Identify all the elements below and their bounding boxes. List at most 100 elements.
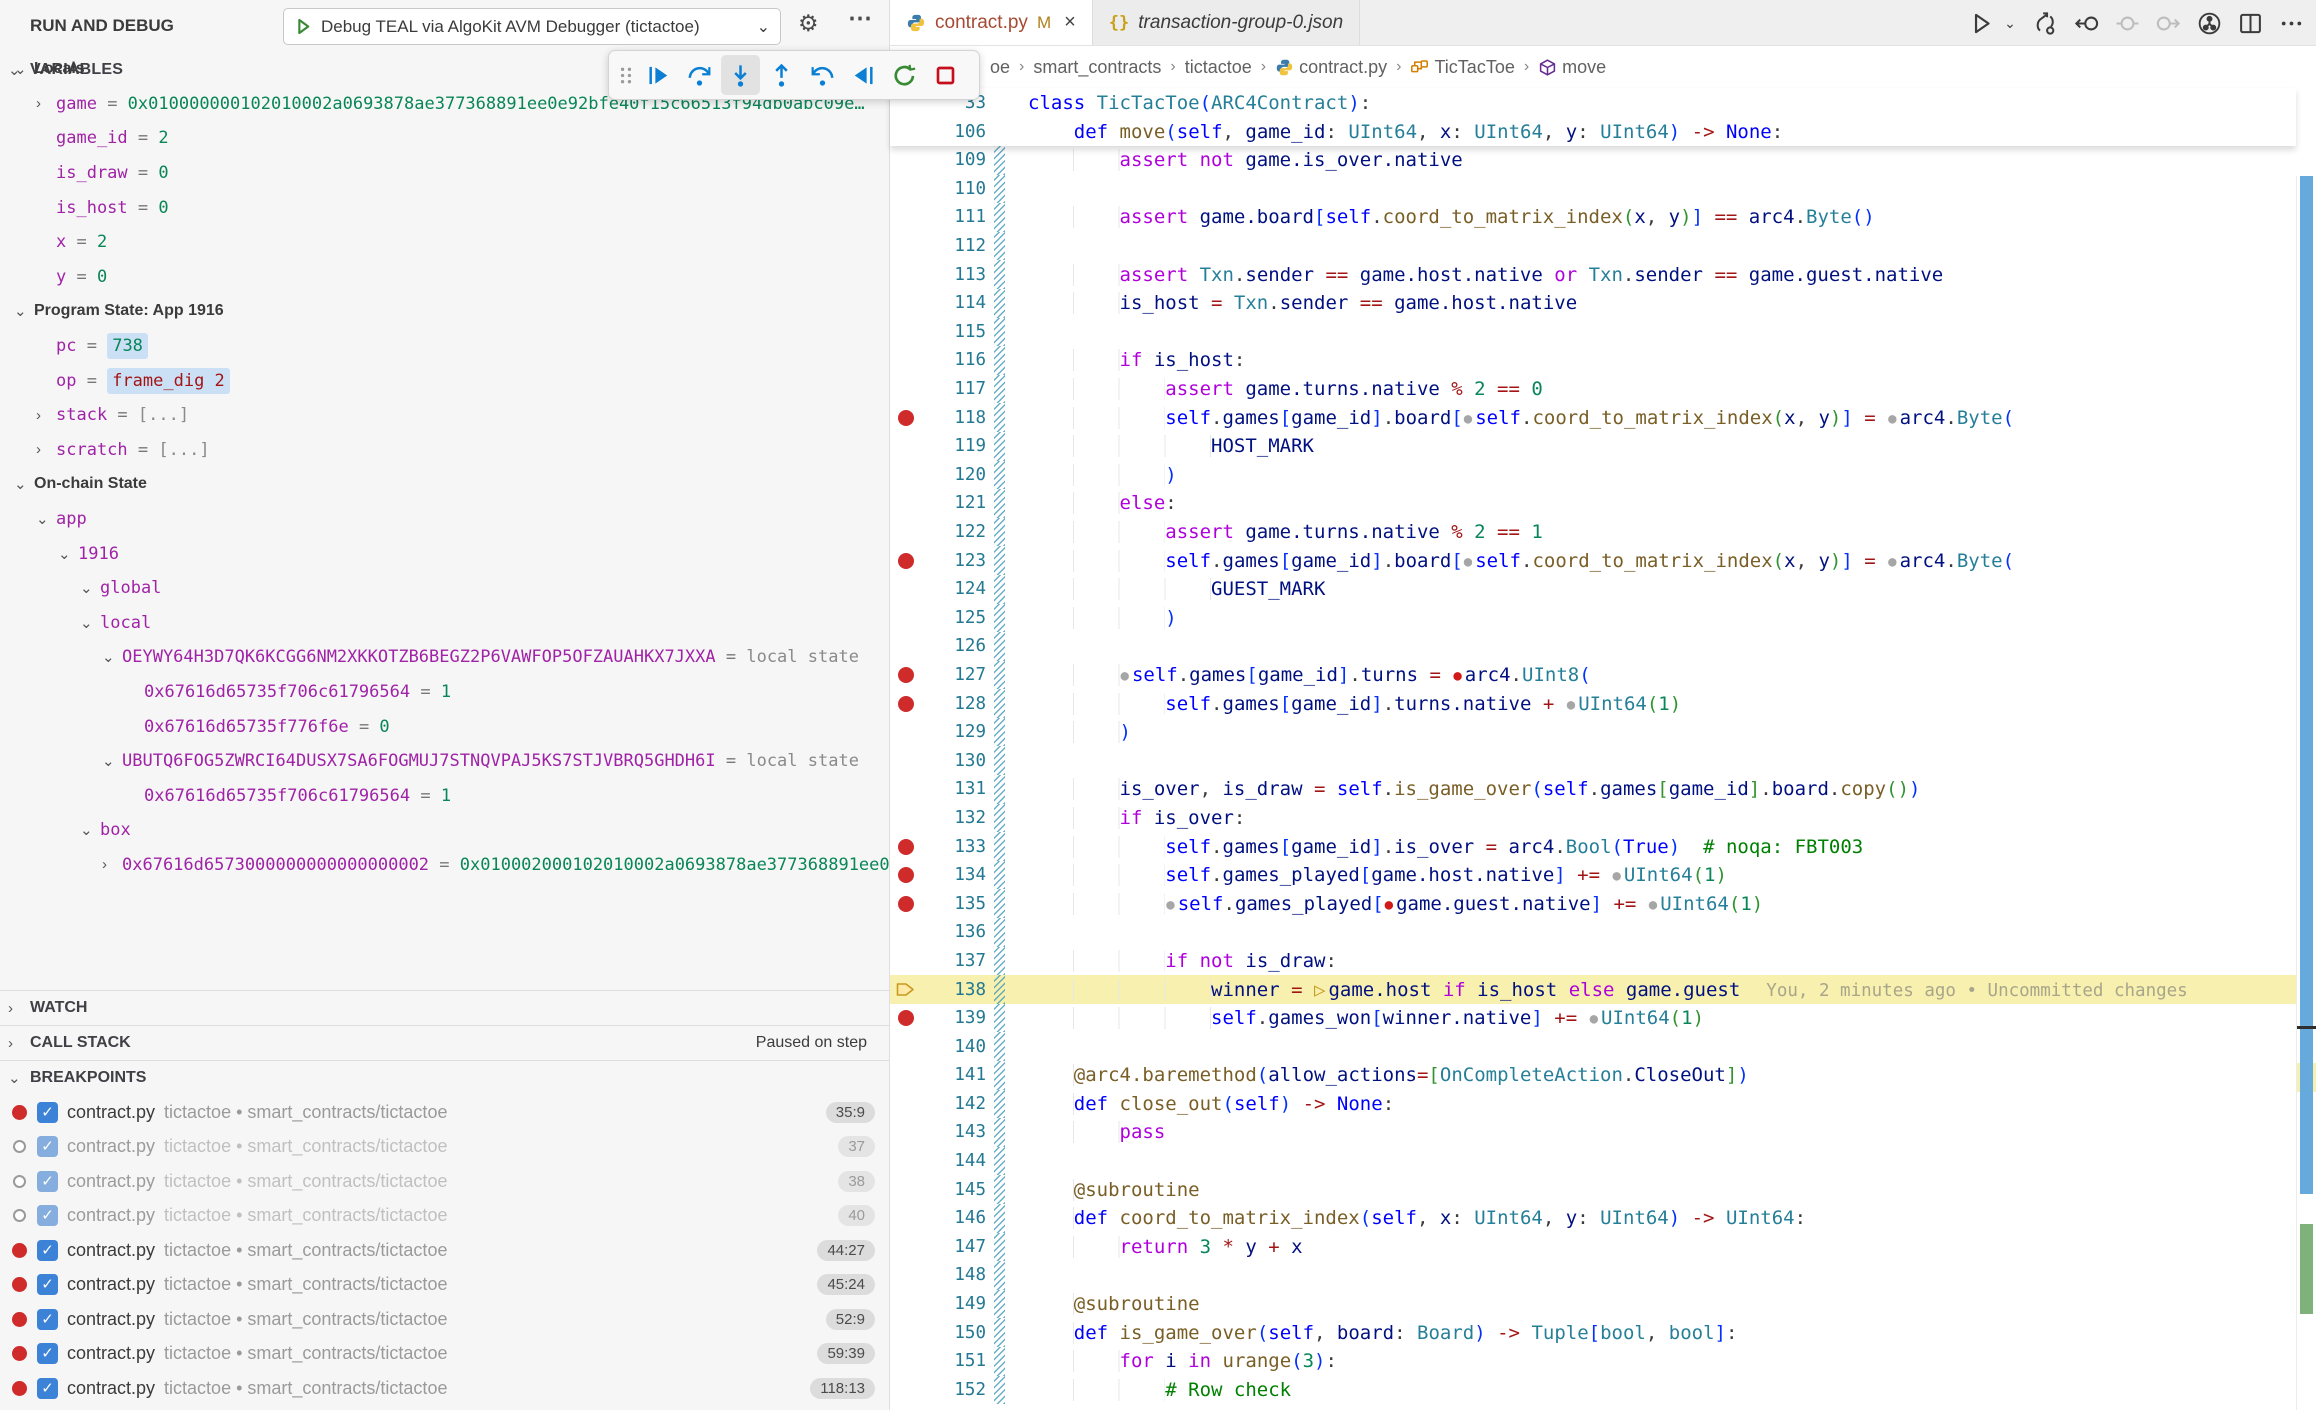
current-line-arrow-icon[interactable]	[893, 975, 918, 1004]
variable-row-OEYWY64H3D7QK6KCGG6NM2XKKOTZB6BEGZ2P6VAWFOP5OFZAUAHKX7JXXA[interactable]: ⌄OEYWY64H3D7QK6KCGG6NM2XKKOTZB6BEGZ2P6VA…	[0, 640, 889, 675]
breakpoint-gutter[interactable]	[893, 1204, 918, 1233]
breakpoint-gutter[interactable]	[893, 232, 918, 261]
breakpoint-item[interactable]: ✓contract.pytictactoe • smart_contracts/…	[0, 1268, 889, 1303]
breakpoints-section-header[interactable]: ⌄ BREAKPOINTS	[0, 1060, 889, 1095]
breakpoint-gutter[interactable]	[893, 1118, 918, 1147]
variable-row-On-chain State[interactable]: ⌄On-chain State	[0, 467, 889, 502]
breakpoint-dot[interactable]	[893, 403, 918, 432]
code-line-140[interactable]: 140	[890, 1032, 2316, 1061]
source-control-graph-icon[interactable]	[2192, 6, 2226, 40]
variable-row-scratch[interactable]: ›scratch = [...]	[0, 433, 889, 468]
code-line-132[interactable]: 132 if is_over:	[890, 804, 2316, 833]
code-line-139[interactable]: 139 self.games_won[winner.native] += ●UI…	[890, 1004, 2316, 1033]
breakpoint-dot[interactable]	[893, 889, 918, 918]
breakpoint-checkbox[interactable]: ✓	[37, 1309, 58, 1330]
code-line-137[interactable]: 137 if not is_draw:	[890, 947, 2316, 976]
overview-ruler[interactable]	[2296, 176, 2316, 1410]
tab-transaction-group-0.json[interactable]: {}transaction-group-0.json	[1093, 0, 1360, 45]
breakpoint-item[interactable]: ✓contract.pytictactoe • smart_contracts/…	[0, 1199, 889, 1234]
breakpoint-gutter[interactable]	[893, 203, 918, 232]
code-line-118[interactable]: 118 self.games[game_id].board[●self.coor…	[890, 403, 2316, 432]
code-line-130[interactable]: 130	[890, 746, 2316, 775]
breakpoint-gutter[interactable]	[893, 804, 918, 833]
breakpoint-dot[interactable]	[893, 661, 918, 690]
breakpoint-gutter[interactable]	[893, 260, 918, 289]
code-line-136[interactable]: 136	[890, 918, 2316, 947]
breadcrumb-item-contract.py[interactable]: contract.py	[1275, 57, 1387, 78]
chevron-down-icon[interactable]: ⌄	[102, 648, 122, 666]
chevron-right-icon[interactable]: ›	[102, 856, 122, 873]
code-line-33[interactable]: 33class TicTacToe(ARC4Contract):	[890, 88, 2296, 117]
code-line-147[interactable]: 147 return 3 * y + x	[890, 1233, 2316, 1262]
variable-row-game_id[interactable]: game_id = 2	[0, 121, 889, 156]
code-line-126[interactable]: 126	[890, 632, 2316, 661]
variable-row-y[interactable]: y = 0	[0, 260, 889, 295]
code-line-111[interactable]: 111 assert game.board[self.coord_to_matr…	[890, 203, 2316, 232]
breakpoint-gutter[interactable]	[893, 146, 918, 175]
next-change-button[interactable]	[2151, 6, 2185, 40]
code-line-145[interactable]: 145 @subroutine	[890, 1175, 2316, 1204]
split-editor-button[interactable]	[2233, 6, 2267, 40]
breakpoint-gutter[interactable]	[893, 1090, 918, 1119]
code-line-113[interactable]: 113 assert Txn.sender == game.host.nativ…	[890, 260, 2316, 289]
code-line-109[interactable]: 109 assert not game.is_over.native	[890, 146, 2316, 175]
breakpoint-dot[interactable]	[893, 546, 918, 575]
breadcrumb-item-oe[interactable]: oe	[990, 57, 1010, 78]
breakpoint-gutter[interactable]	[893, 518, 918, 547]
variable-row-is_host[interactable]: is_host = 0	[0, 190, 889, 225]
breakpoint-gutter[interactable]	[893, 117, 918, 146]
code-line-115[interactable]: 115	[890, 318, 2316, 347]
chevron-down-icon[interactable]: ⌄	[14, 60, 34, 78]
code-line-149[interactable]: 149 @subroutine	[890, 1290, 2316, 1319]
launch-config-dropdown[interactable]: Debug TEAL via AlgoKit AVM Debugger (tic…	[283, 8, 781, 45]
breakpoint-gutter[interactable]	[893, 1261, 918, 1290]
variable-row-x[interactable]: x = 2	[0, 225, 889, 260]
code-line-117[interactable]: 117 assert game.turns.native % 2 == 0	[890, 375, 2316, 404]
callstack-section-header[interactable]: › CALL STACK Paused on step	[0, 1025, 889, 1060]
breakpoint-gutter[interactable]	[893, 1233, 918, 1262]
code-line-135[interactable]: 135 ●self.games_played[●game.guest.nativ…	[890, 889, 2316, 918]
code-line-131[interactable]: 131 is_over, is_draw = self.is_game_over…	[890, 775, 2316, 804]
breakpoint-gutter[interactable]	[893, 775, 918, 804]
code-line-148[interactable]: 148	[890, 1261, 2316, 1290]
breakpoint-gutter[interactable]	[893, 1318, 918, 1347]
breakpoint-gutter[interactable]	[893, 346, 918, 375]
close-icon[interactable]: ×	[1064, 11, 1076, 34]
chevron-down-icon[interactable]: ⌄	[58, 545, 78, 563]
variable-row-0x67616d65735f776f6e[interactable]: 0x67616d65735f776f6e = 0	[0, 709, 889, 744]
breakpoint-checkbox[interactable]: ✓	[37, 1102, 58, 1123]
breakpoint-gutter[interactable]	[893, 947, 918, 976]
breakpoint-gutter[interactable]	[893, 1175, 918, 1204]
variable-row-global[interactable]: ⌄global	[0, 571, 889, 606]
variable-row-pc[interactable]: pc = 738	[0, 329, 889, 364]
breakpoint-gutter[interactable]	[893, 1147, 918, 1176]
open-changes-icon[interactable]	[2028, 6, 2062, 40]
breakpoint-checkbox[interactable]: ✓	[37, 1240, 58, 1261]
breakpoint-dot[interactable]	[893, 1004, 918, 1033]
breakpoint-gutter[interactable]	[893, 604, 918, 633]
breakpoint-item[interactable]: ✓contract.pytictactoe • smart_contracts/…	[0, 1164, 889, 1199]
breakpoint-gutter[interactable]	[893, 318, 918, 347]
chevron-down-icon[interactable]: ⌄	[14, 302, 34, 320]
chevron-down-icon[interactable]: ⌄	[102, 752, 122, 770]
watch-section-header[interactable]: › WATCH	[0, 990, 889, 1025]
code-line-146[interactable]: 146 def coord_to_matrix_index(self, x: U…	[890, 1204, 2316, 1233]
variable-row-UBUTQ6FOG5ZWRCI64DUSX7SA6FOGMUJ7STNQVPAJ5KS7STJVBRQ5GHDH6I[interactable]: ⌄UBUTQ6FOG5ZWRCI64DUSX7SA6FOGMUJ7STNQVPA…	[0, 744, 889, 779]
breadcrumb-item-TicTacToe[interactable]: TicTacToe	[1410, 57, 1514, 78]
breakpoint-gutter[interactable]	[893, 461, 918, 490]
breakpoint-checkbox[interactable]: ✓	[37, 1171, 58, 1192]
breakpoint-gutter[interactable]	[893, 1061, 918, 1090]
breadcrumb-item-move[interactable]: move	[1538, 57, 1606, 78]
code-line-144[interactable]: 144	[890, 1147, 2316, 1176]
gear-icon[interactable]: ⚙	[798, 10, 819, 37]
breakpoint-gutter[interactable]	[893, 1290, 918, 1319]
variable-row-1916[interactable]: ⌄1916	[0, 536, 889, 571]
variable-row-local[interactable]: ⌄local	[0, 606, 889, 641]
drag-handle[interactable]	[615, 55, 637, 95]
continue-button[interactable]	[639, 55, 678, 95]
code-line-125[interactable]: 125 )	[890, 604, 2316, 633]
breakpoint-gutter[interactable]	[893, 746, 918, 775]
code-line-141[interactable]: 141 @arc4.baremethod(allow_actions=[OnCo…	[890, 1061, 2316, 1090]
breakpoint-gutter[interactable]	[893, 175, 918, 204]
breakpoint-checkbox[interactable]: ✓	[37, 1136, 58, 1157]
